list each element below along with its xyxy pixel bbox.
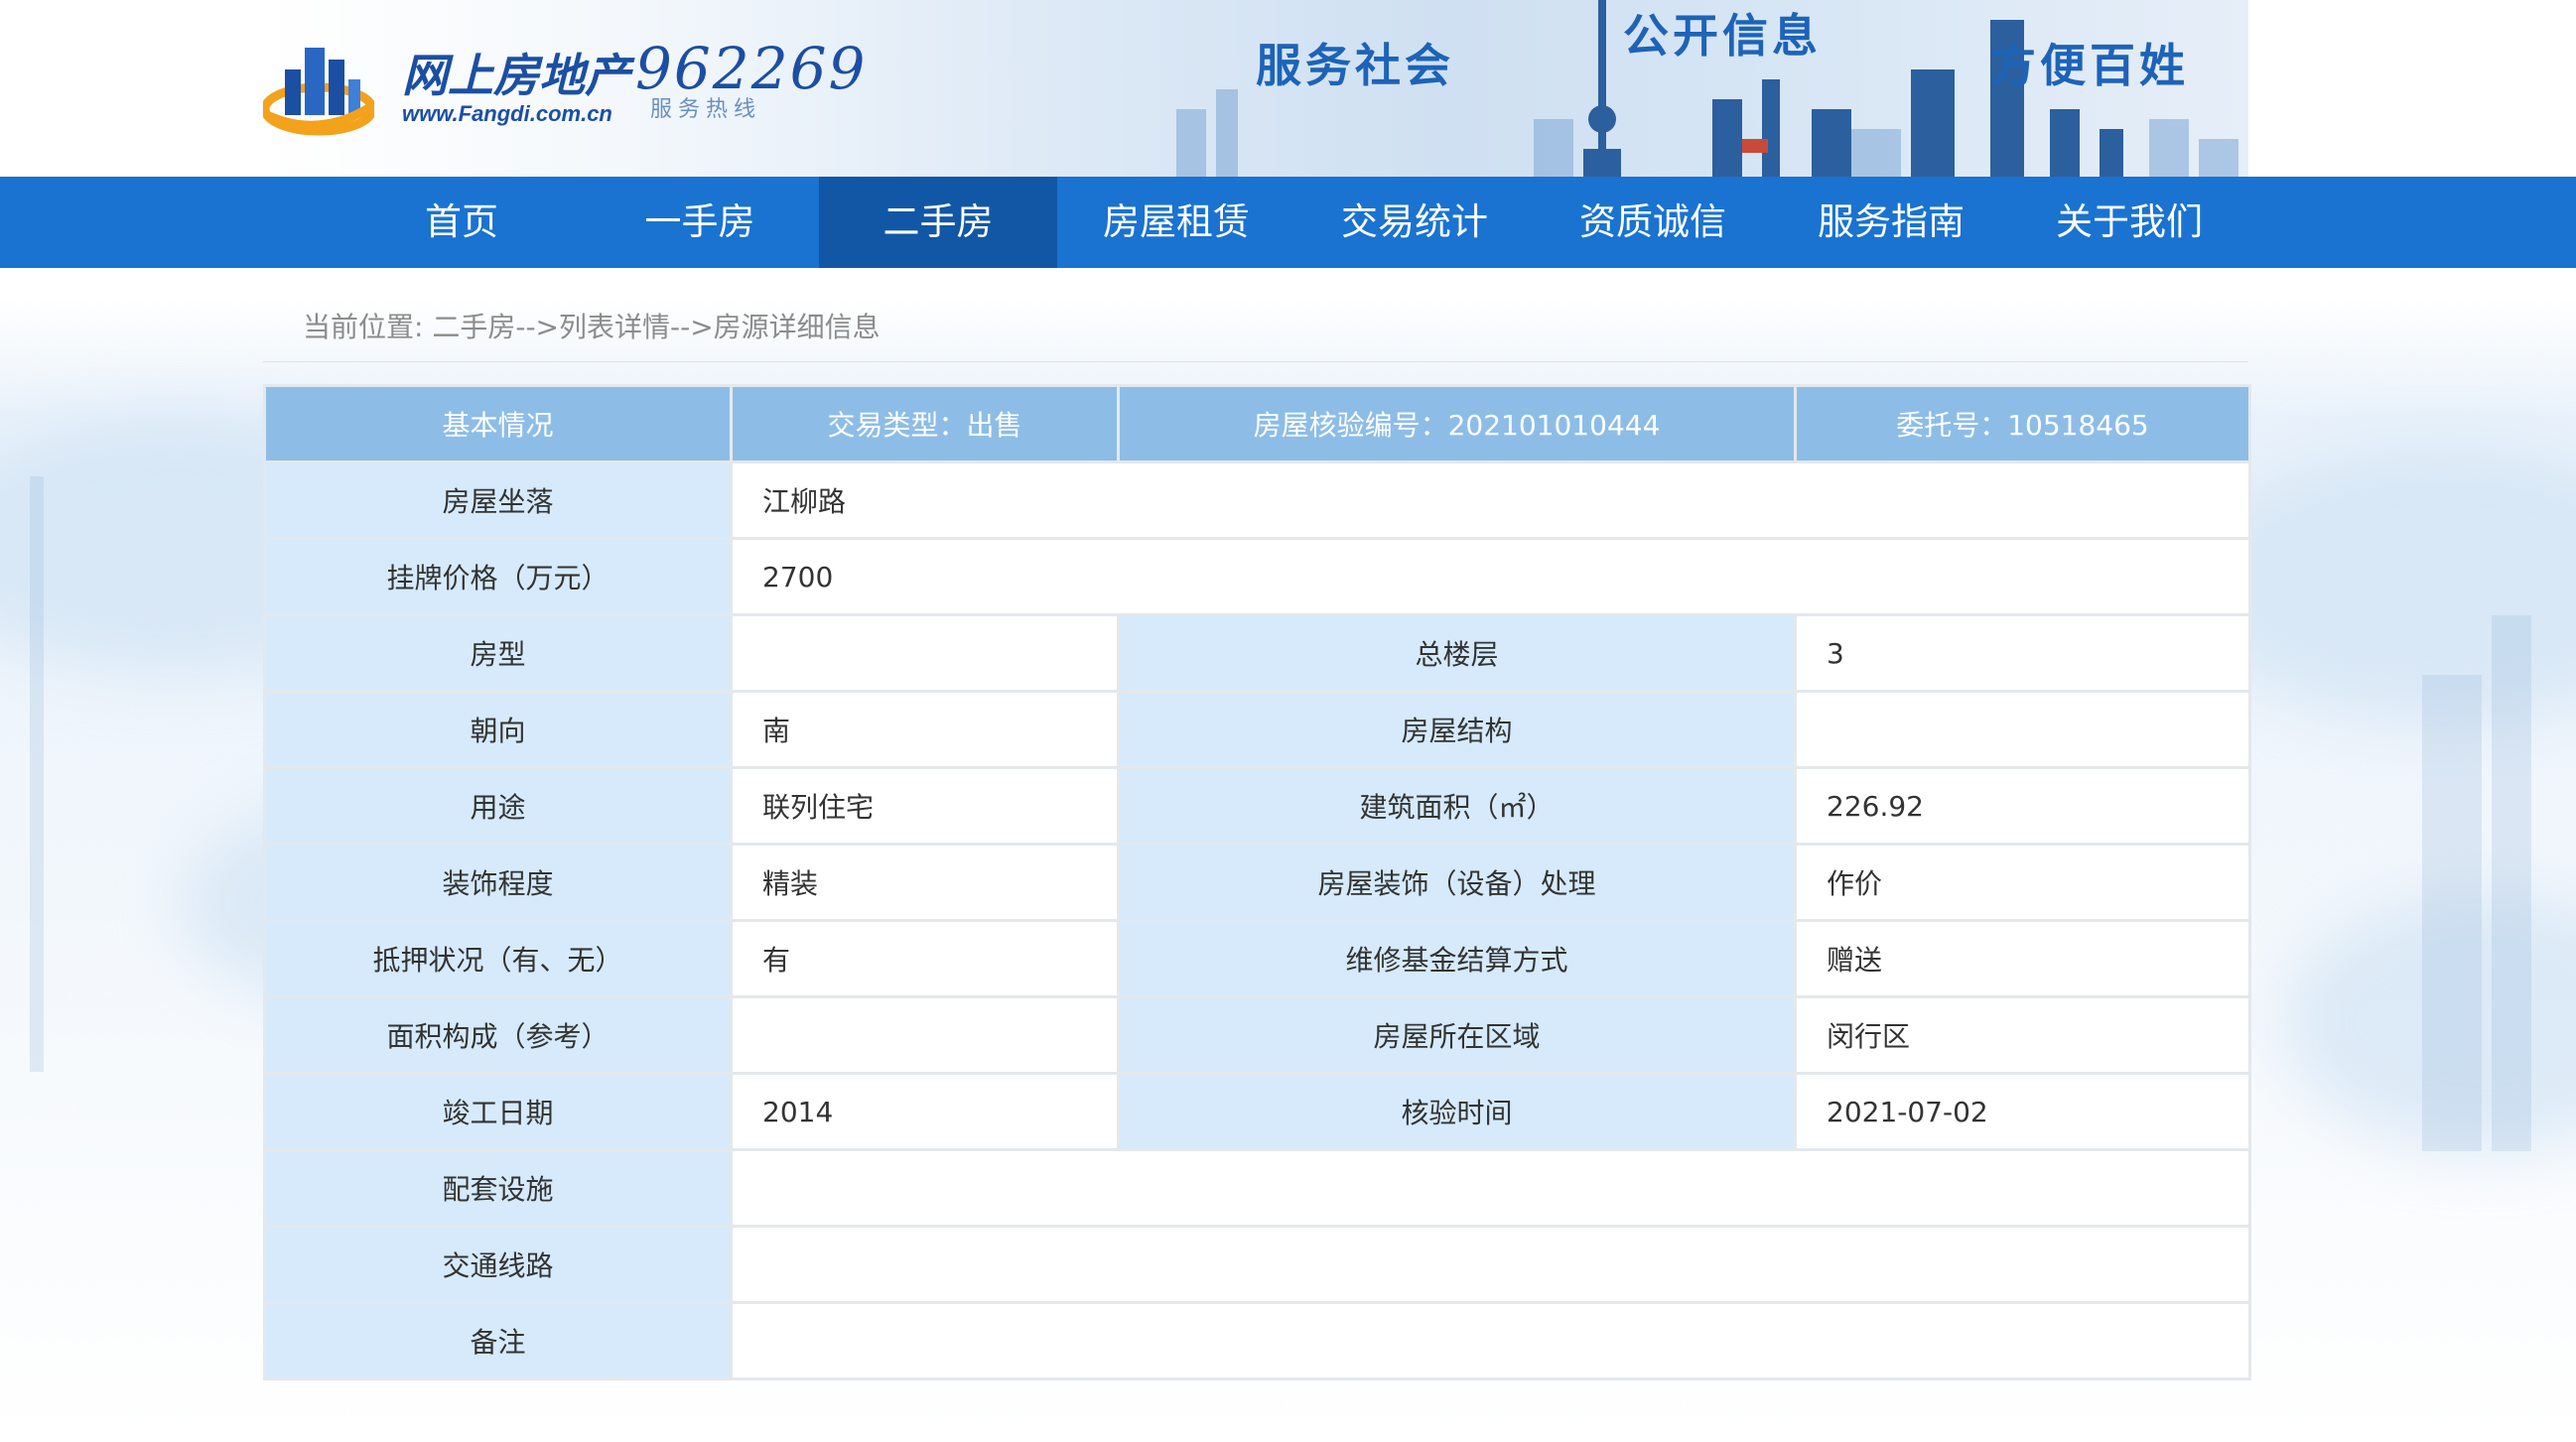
nav-service-guide[interactable]: 服务指南	[1772, 177, 2010, 268]
label-mortgage: 抵押状况（有、无）	[263, 919, 733, 998]
table-row: 挂牌价格（万元） 2700	[263, 537, 2251, 616]
value-remarks	[730, 1301, 2251, 1380]
table-row: 配套设施	[263, 1148, 2251, 1228]
main-nav: 首页 一手房 二手房 房屋租赁 交易统计 资质诚信 服务指南 关于我们	[0, 177, 2576, 268]
label-layout: 房型	[263, 613, 733, 693]
breadcrumb-divider	[263, 361, 2248, 362]
nav-credentials[interactable]: 资质诚信	[1534, 177, 1772, 268]
site-header-banner: 网上房地产 www.Fangdi.com.cn 962269 服务热线 服务社会…	[263, 0, 2248, 177]
header-transaction-type: 交易类型：出售	[730, 384, 1120, 463]
logo-icon	[263, 48, 374, 136]
value-area-composition	[730, 995, 1120, 1075]
table-row: 房型 总楼层 3	[263, 613, 2251, 693]
value-maintenance-fund: 赠送	[1794, 919, 2251, 998]
value-transport	[730, 1225, 2251, 1304]
label-price: 挂牌价格（万元）	[263, 537, 733, 616]
slogan-convenience: 方便百姓	[1990, 39, 2189, 92]
value-layout	[730, 613, 1120, 693]
label-maintenance-fund: 维修基金结算方式	[1117, 919, 1797, 998]
value-floor-area: 226.92	[1794, 766, 2251, 846]
table-row: 交通线路	[263, 1225, 2251, 1304]
label-usage: 用途	[263, 766, 733, 846]
value-decoration: 精装	[730, 843, 1120, 922]
property-details-table: 基本情况 交易类型：出售 房屋核验编号：202101010444 委托号：105…	[263, 384, 2251, 1380]
value-fittings-handling: 作价	[1794, 843, 2251, 922]
nav-statistics[interactable]: 交易统计	[1295, 177, 1534, 268]
table-row: 抵押状况（有、无） 有 维修基金结算方式 赠送	[263, 919, 2251, 998]
nav-home[interactable]: 首页	[342, 177, 581, 268]
label-structure: 房屋结构	[1117, 690, 1797, 769]
slogan-public-info: 公开信息	[1623, 9, 1822, 63]
table-row: 面积构成（参考） 房屋所在区域 闵行区	[263, 995, 2251, 1075]
value-price: 2700	[730, 537, 2251, 616]
nav-new-homes[interactable]: 一手房	[581, 177, 819, 268]
label-verification-time: 核验时间	[1117, 1072, 1797, 1151]
label-location: 房屋坐落	[263, 460, 733, 540]
label-total-floors: 总楼层	[1117, 613, 1797, 693]
value-structure	[1794, 690, 2251, 769]
value-verification-time: 2021-07-02	[1794, 1072, 2251, 1151]
value-orientation: 南	[730, 690, 1120, 769]
nav-rental[interactable]: 房屋租赁	[1057, 177, 1295, 268]
hotline-caption: 服务热线	[650, 97, 762, 122]
value-usage: 联列住宅	[730, 766, 1120, 846]
slogan-serve-society: 服务社会	[1256, 39, 1454, 92]
label-transport: 交通线路	[263, 1225, 733, 1304]
label-remarks: 备注	[263, 1301, 733, 1380]
label-facilities: 配套设施	[263, 1148, 733, 1228]
table-row: 房屋坐落 江柳路	[263, 460, 2251, 540]
nav-about-us[interactable]: 关于我们	[2010, 177, 2248, 268]
header-basic-info: 基本情况	[263, 384, 733, 463]
label-area-composition: 面积构成（参考）	[263, 995, 733, 1075]
value-facilities	[730, 1148, 2251, 1228]
label-orientation: 朝向	[263, 690, 733, 769]
table-row: 竣工日期 2014 核验时间 2021-07-02	[263, 1072, 2251, 1151]
value-total-floors: 3	[1794, 613, 2251, 693]
value-mortgage: 有	[730, 919, 1120, 998]
label-fittings-handling: 房屋装饰（设备）处理	[1117, 843, 1797, 922]
value-completion-date: 2014	[730, 1072, 1120, 1151]
table-header-row: 基本情况 交易类型：出售 房屋核验编号：202101010444 委托号：105…	[263, 384, 2251, 463]
logo-url: www.Fangdi.com.cn	[402, 101, 612, 126]
label-floor-area: 建筑面积（㎡）	[1117, 766, 1797, 846]
table-row: 朝向 南 房屋结构	[263, 690, 2251, 769]
value-location: 江柳路	[730, 460, 2251, 540]
label-completion-date: 竣工日期	[263, 1072, 733, 1151]
table-row: 装饰程度 精装 房屋装饰（设备）处理 作价	[263, 843, 2251, 922]
table-row: 用途 联列住宅 建筑面积（㎡） 226.92	[263, 766, 2251, 846]
nav-second-hand[interactable]: 二手房	[819, 177, 1057, 268]
breadcrumb: 当前位置: 二手房-->列表详情-->房源详细信息	[303, 311, 881, 343]
label-district: 房屋所在区域	[1117, 995, 1797, 1075]
value-district: 闵行区	[1794, 995, 2251, 1075]
header-verification-number: 房屋核验编号：202101010444	[1117, 384, 1797, 463]
logo-title: 网上房地产	[402, 49, 630, 102]
label-decoration: 装饰程度	[263, 843, 733, 922]
header-commission-number: 委托号：10518465	[1794, 384, 2251, 463]
table-row: 备注	[263, 1301, 2251, 1380]
